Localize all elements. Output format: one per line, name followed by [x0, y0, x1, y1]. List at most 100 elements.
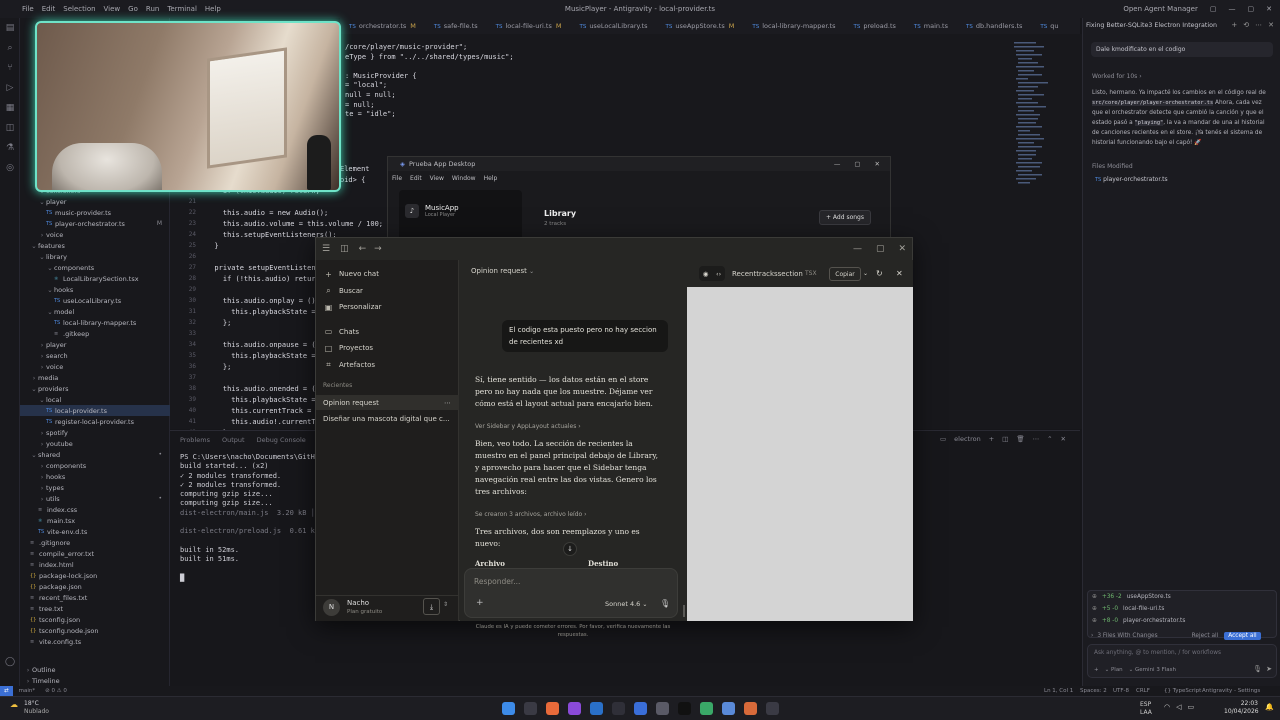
tree-file[interactable]: ≡ index.html	[20, 559, 170, 570]
branch-indicator[interactable]: main*	[19, 688, 36, 694]
tool-call-2[interactable]: Se crearon 3 archivos, archivo leído ›	[475, 511, 587, 518]
reply-input[interactable]: Responder...	[474, 577, 520, 586]
menu-terminal[interactable]: Terminal	[167, 5, 197, 13]
editor-tab[interactable]: TS useAppStore.ts M	[656, 22, 743, 30]
brave-icon[interactable]	[546, 702, 559, 715]
sidebar-toggle-icon[interactable]: ◫	[340, 244, 349, 254]
editor-tab[interactable]: TS db.handlers.ts	[957, 22, 1031, 30]
editor-tab[interactable]: TS main.ts	[905, 22, 957, 30]
weather-desc[interactable]: Nublado	[24, 708, 49, 715]
back-icon[interactable]: ←	[359, 244, 367, 254]
claude-icon[interactable]	[744, 702, 757, 715]
forward-icon[interactable]: →	[374, 244, 382, 254]
history-icon[interactable]: ⟲	[1243, 21, 1249, 29]
sidebar-item-customize[interactable]: ▣ Personalizar	[316, 299, 458, 316]
tree-file[interactable]: TS local-provider.ts	[20, 405, 170, 416]
editor-tab[interactable]: TS safe-file.ts	[425, 22, 487, 30]
chevron-updown-icon[interactable]: ⇕	[443, 601, 448, 608]
line-ending[interactable]: CRLF	[1136, 688, 1150, 694]
minimize-icon[interactable]: —	[853, 244, 862, 254]
tree-folder[interactable]: › search	[20, 350, 170, 361]
remote-icon[interactable]: ◫	[0, 118, 20, 138]
minimize-icon[interactable]: —	[834, 160, 841, 168]
tree-folder[interactable]: › hooks	[20, 471, 170, 482]
maximize-panel-icon[interactable]: ⌃	[1047, 435, 1052, 443]
tree-folder[interactable]: › utils •	[20, 493, 170, 504]
file-action-icon[interactable]: ⊕	[1092, 606, 1097, 612]
timeline-section[interactable]: › Timeline	[24, 675, 60, 686]
sidebar-item-projects[interactable]: □ Proyectos	[316, 340, 458, 357]
panel-tab[interactable]: Debug Console	[257, 436, 306, 445]
trash-icon[interactable]: 🗑	[1016, 435, 1024, 443]
maximize-icon[interactable]: ▢	[854, 160, 860, 168]
language-mode[interactable]: {} TypeScript	[1164, 688, 1201, 694]
menu-go[interactable]: Go	[128, 5, 138, 13]
wifi-icon[interactable]: ◠	[1164, 703, 1170, 711]
tree-file[interactable]: ≡ .gitkeep	[20, 328, 170, 339]
tree-file[interactable]: ≡ .gitignore	[20, 537, 170, 548]
prueba-menu-file[interactable]: File	[392, 175, 402, 182]
problems-indicator[interactable]: ⊘ 0 ⚠ 0	[45, 688, 67, 694]
download-icon[interactable]: ⤓	[423, 598, 440, 615]
view-toggle[interactable]: ◉ ‹›	[699, 266, 725, 281]
recent-item-active[interactable]: Opinion request ⋯	[316, 395, 459, 410]
antigravity-icon[interactable]	[722, 702, 735, 715]
agent-manager-button[interactable]: Open Agent Manager	[1123, 5, 1198, 13]
prueba-menu-window[interactable]: Window	[452, 175, 476, 182]
tree-file[interactable]: TS vite-env.d.ts	[20, 526, 170, 537]
agent-icon[interactable]: ◎	[0, 158, 20, 178]
tree-file[interactable]: ≡ tree.txt	[20, 603, 170, 614]
preview-eye-icon[interactable]: ◉	[703, 270, 709, 278]
recent-item[interactable]: Diseñar una mascota digital que c...	[323, 412, 450, 426]
app-icon[interactable]	[634, 702, 647, 715]
model-selector[interactable]: Sonnet 4.6 ⌄	[605, 600, 647, 608]
start-icon[interactable]	[502, 702, 515, 715]
tree-file[interactable]: ⚛ LocalLibrarySection.tsx	[20, 273, 170, 284]
outline-section[interactable]: › Outline	[24, 664, 56, 675]
indent-setting[interactable]: Spaces: 2	[1080, 688, 1107, 694]
editor-tab[interactable]: TS useLocalLibrary.ts	[570, 22, 656, 30]
tree-folder[interactable]: ⌄ components	[20, 262, 170, 273]
refresh-icon[interactable]: ↻	[876, 269, 883, 278]
weather-temp[interactable]: 18°C	[24, 700, 39, 707]
tree-folder[interactable]: ⌄ local	[20, 394, 170, 405]
prueba-menu-view[interactable]: View	[430, 175, 444, 182]
tree-folder[interactable]: ⌄ features	[20, 240, 170, 251]
microphone-icon[interactable]: 🎙	[660, 599, 670, 608]
app-icon[interactable]	[568, 702, 581, 715]
menu-edit[interactable]: Edit	[42, 5, 56, 13]
copy-dropdown-icon[interactable]: ⌄	[863, 270, 868, 277]
app-icon[interactable]	[766, 702, 779, 715]
tree-file[interactable]: ≡ recent_files.txt	[20, 592, 170, 603]
changed-file-row[interactable]: ⊕ +8 -0 player-orchestrator.ts	[1088, 615, 1276, 627]
close-icon[interactable]: ✕	[875, 160, 880, 168]
more-icon[interactable]: ⋯	[1033, 435, 1040, 443]
tree-folder[interactable]: ⌄ providers	[20, 383, 170, 394]
tree-file[interactable]: ⚛ main.tsx	[20, 515, 170, 526]
layout-icon[interactable]: ▢	[1210, 5, 1217, 13]
tree-file[interactable]: TS player-orchestrator.ts M	[20, 218, 170, 229]
scrollbar[interactable]	[683, 605, 685, 617]
more-options-icon[interactable]: ⋯	[444, 399, 451, 407]
close-icon[interactable]: ✕	[1268, 21, 1274, 29]
plan-selector[interactable]: ⌄ Plan	[1105, 667, 1123, 673]
account-icon[interactable]: ◯	[0, 652, 20, 672]
app-icon[interactable]	[590, 702, 603, 715]
close-icon[interactable]: ✕	[1266, 5, 1272, 13]
maximize-icon[interactable]: ▢	[876, 244, 885, 254]
language-indicator[interactable]: ESP	[1140, 701, 1151, 708]
app-icon[interactable]	[700, 702, 713, 715]
volume-icon[interactable]: ◁	[1176, 703, 1181, 711]
tree-folder[interactable]: › player	[20, 339, 170, 350]
tree-file[interactable]: {} package.json	[20, 581, 170, 592]
tree-folder[interactable]: › components	[20, 460, 170, 471]
chat-title[interactable]: Opinion request ⌄	[471, 267, 534, 275]
add-songs-button[interactable]: + Add songs	[819, 210, 871, 225]
clock-date[interactable]: 10/04/2026	[1224, 708, 1259, 715]
tree-file[interactable]: ≡ index.css	[20, 504, 170, 515]
menu-selection[interactable]: Selection	[63, 5, 95, 13]
sidebar-item-search[interactable]: ⌕ Buscar	[316, 283, 458, 300]
tree-folder[interactable]: ⌄ shared •	[20, 449, 170, 460]
extensions-icon[interactable]: ▦	[0, 98, 20, 118]
minimap[interactable]	[1012, 40, 1056, 200]
